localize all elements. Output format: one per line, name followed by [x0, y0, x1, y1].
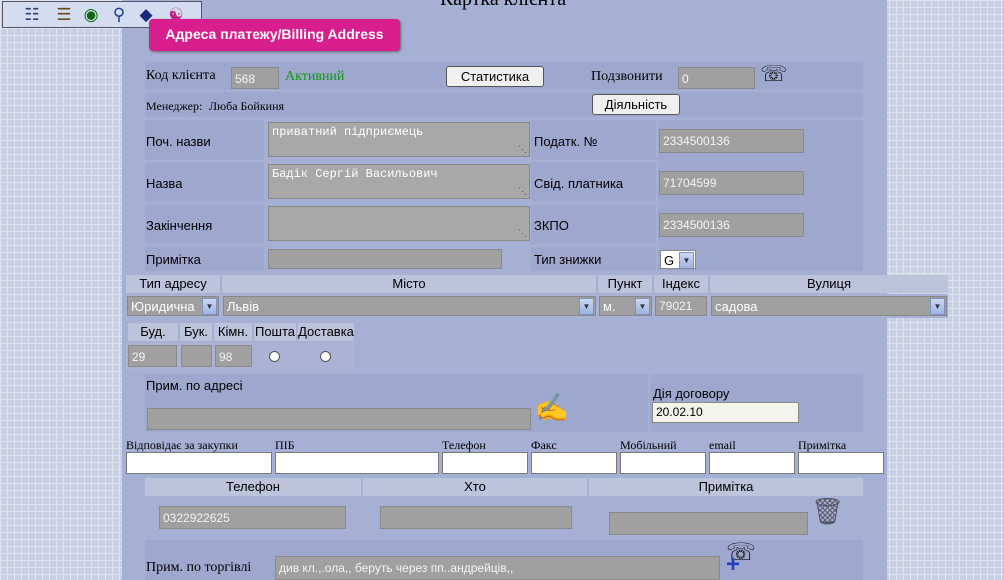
- suffix-label: Закінчення: [146, 218, 213, 233]
- chevron-down-icon: ▼: [202, 298, 217, 315]
- city-value: Львів: [227, 299, 260, 314]
- windows-icon[interactable]: ☷: [22, 5, 42, 25]
- delivery-radio[interactable]: [320, 351, 331, 362]
- manager-label: Менеджер:: [146, 99, 203, 113]
- city-select[interactable]: Львів ▼: [223, 296, 596, 316]
- chevron-down-icon: ▼: [930, 298, 945, 315]
- edit-note-icon[interactable]: ✍: [534, 391, 569, 424]
- purchase-name-label: ПІБ: [275, 438, 295, 452]
- page-title: Картка клієнта: [440, 0, 566, 11]
- index-field[interactable]: 79021: [655, 296, 707, 316]
- note-label: Примітка: [146, 252, 201, 267]
- purchase-note-label: Примітка: [798, 438, 847, 452]
- phones-who-header: Хто: [363, 478, 587, 496]
- trade-label: Прим. по торгівлі: [146, 560, 252, 575]
- name-label: Назва: [146, 176, 183, 191]
- zkpo-field[interactable]: 2334500136: [659, 213, 804, 237]
- add-icon[interactable]: +: [726, 551, 740, 579]
- purchase-responsible-label: Відповідає за закупки: [126, 438, 238, 452]
- mail-header: Пошта: [254, 323, 296, 341]
- purchase-phone-input[interactable]: [442, 452, 528, 474]
- phones-phone-field[interactable]: 0322922625: [159, 506, 346, 529]
- letter-field[interactable]: [181, 345, 212, 367]
- contacts-icon[interactable]: ☰: [54, 5, 74, 25]
- room-field[interactable]: 98: [215, 345, 252, 367]
- purchase-mobile-input[interactable]: [620, 452, 706, 474]
- activity-button[interactable]: Діяльність: [592, 94, 680, 115]
- point-value: м.: [603, 299, 616, 314]
- suffix-textarea[interactable]: ⋱: [268, 206, 530, 241]
- phone-icon[interactable]: ☏: [760, 61, 788, 87]
- index-header: Індекс: [654, 275, 708, 293]
- chevron-down-icon: ▼: [635, 298, 650, 315]
- point-header: Пункт: [598, 275, 652, 293]
- point-select[interactable]: м. ▼: [599, 296, 652, 316]
- prefix-value: приватний підприємець: [272, 125, 424, 139]
- purchase-fax-input[interactable]: [531, 452, 617, 474]
- resize-grip-icon[interactable]: ⋱: [518, 145, 527, 155]
- contract-label: Дія договору: [653, 386, 730, 401]
- resize-grip-icon[interactable]: ⋱: [518, 229, 527, 239]
- street-select[interactable]: садова ▼: [711, 296, 947, 316]
- tax-field[interactable]: 2334500136: [659, 129, 804, 153]
- discount-label: Тип знижки: [534, 252, 602, 267]
- resize-grip-icon[interactable]: ⋱: [518, 187, 527, 197]
- prefix-textarea[interactable]: приватний підприємець ⋱: [268, 122, 530, 157]
- address-note-field[interactable]: [147, 408, 531, 430]
- billing-address-tab[interactable]: Адреса платежу/Billing Address: [149, 19, 400, 51]
- phones-note-header: Примітка: [589, 478, 863, 496]
- purchase-name-input[interactable]: [275, 452, 439, 474]
- address-type-header: Тип адресу: [126, 275, 220, 293]
- building-header: Буд.: [128, 323, 178, 341]
- purchase-fax-label: Факс: [531, 438, 557, 452]
- zkpo-label: ЗКПО: [534, 218, 569, 233]
- status-text: Активний: [285, 69, 345, 84]
- purchase-responsible-input[interactable]: [126, 452, 272, 474]
- cert-field[interactable]: 71704599: [659, 171, 804, 195]
- chevron-down-icon: ▼: [579, 298, 594, 315]
- discount-select[interactable]: G ▼: [660, 250, 696, 269]
- city-header: Місто: [222, 275, 596, 293]
- building-field[interactable]: 29: [128, 345, 177, 367]
- phones-who-field[interactable]: [380, 506, 572, 529]
- contract-field[interactable]: 20.02.10: [652, 402, 799, 423]
- purchase-email-label: email: [709, 438, 736, 452]
- client-code-label: Код клієнта: [146, 68, 216, 83]
- discount-value: G: [664, 253, 675, 268]
- call-field[interactable]: 0: [678, 67, 755, 89]
- note-field[interactable]: [268, 249, 502, 269]
- chevron-down-icon: ▼: [679, 252, 694, 268]
- statistics-button[interactable]: Статистика: [446, 66, 544, 87]
- delivery-header: Доставка: [298, 323, 354, 341]
- purchase-mobile-label: Мобільний: [620, 438, 677, 452]
- purchase-phone-label: Телефон: [442, 438, 486, 452]
- search-icon[interactable]: ⚲: [109, 5, 129, 25]
- street-header: Вулиця: [710, 275, 948, 293]
- phones-note-field[interactable]: [609, 512, 808, 535]
- address-type-select[interactable]: Юридична ▼: [127, 296, 219, 316]
- manager-name: Люба Бойкиня: [209, 99, 285, 113]
- trade-field[interactable]: див кл.,.ола,, беруть через пп..андрейці…: [275, 556, 720, 580]
- client-code-field[interactable]: 568: [231, 67, 279, 89]
- prefix-label: Поч. назви: [146, 134, 211, 149]
- name-value: Бадік Сергій Васильович: [272, 167, 438, 181]
- purchase-email-input[interactable]: [709, 452, 795, 474]
- address-type-value: Юридична: [131, 299, 195, 314]
- address-note-label: Прим. по адресі: [146, 378, 243, 393]
- purchase-note-input[interactable]: [798, 452, 884, 474]
- tax-label: Податк. №: [534, 134, 598, 149]
- letter-header: Бук.: [180, 323, 212, 341]
- mail-radio[interactable]: [269, 351, 280, 362]
- globe-icon[interactable]: ◉: [81, 5, 101, 25]
- phones-phone-header: Телефон: [145, 478, 361, 496]
- name-textarea[interactable]: Бадік Сергій Васильович ⋱: [268, 164, 530, 199]
- cert-label: Свід. платника: [534, 176, 624, 191]
- trash-icon[interactable]: 🗑: [811, 496, 844, 527]
- call-label: Подзвонити: [591, 69, 663, 84]
- room-header: Кімн.: [214, 323, 252, 341]
- street-value: садова: [715, 299, 758, 314]
